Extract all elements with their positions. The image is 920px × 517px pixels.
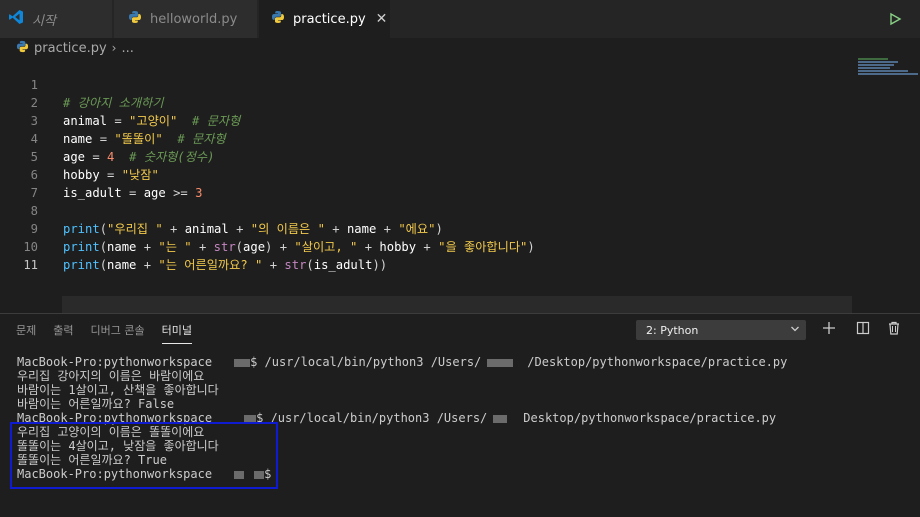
terminal-line: 우리집 강아지의 이름은 바람이에요 (17, 369, 205, 383)
string-literal: "는 어른일까요? " (158, 258, 263, 272)
new-terminal-icon[interactable] (822, 320, 836, 339)
code-line: 4 age = 4 # 숫자형(정수) (0, 112, 860, 164)
split-terminal-icon[interactable] (856, 320, 870, 339)
python-file-icon (128, 10, 142, 28)
close-tab-icon[interactable]: ✕ (376, 11, 388, 27)
run-python-icon[interactable] (888, 11, 902, 30)
editor-tab-bar: 시작 helloworld.py practice.py ✕ (0, 0, 920, 38)
tab-problems[interactable]: 문제 (16, 322, 36, 344)
terminal-line: 바람이는 1살이고, 산책을 좋아합니다 (17, 383, 219, 397)
tab-helloworld[interactable]: helloworld.py (114, 0, 258, 38)
tab-terminal[interactable]: 터미널 (161, 322, 192, 344)
code-line: 5 hobby = "낮잠" (0, 130, 860, 182)
code-line: 1 # 강아지 소개하기 (0, 58, 860, 110)
python-file-icon (271, 10, 285, 28)
breadcrumb: practice.py › ... (16, 38, 134, 58)
code-line: 2 animal = "고양이" # 문자형 (0, 76, 860, 128)
code-line: 9 print(name + "는 " + str(age) + "살이고, "… (0, 202, 860, 254)
code-line: 10 print(name + "는 어른일까요? " + str(is_adu… (0, 220, 860, 272)
line-number: 11 (23, 258, 38, 272)
code-line: 8 print("우리집 " + animal + "의 이름은 " + nam… (0, 184, 860, 236)
code-editor[interactable]: 1 # 강아지 소개하기 2 animal = "고양이" # 문자형 3 na… (0, 58, 920, 315)
code-line: 6 is_adult = age >= 3 (0, 148, 860, 200)
python-file-icon (16, 40, 29, 57)
variable: is_adult (313, 258, 373, 272)
tab-helloworld-label: helloworld.py (150, 11, 238, 27)
code-line: 11 (0, 238, 860, 272)
chevron-right-icon: › (111, 41, 117, 55)
minimap[interactable] (858, 58, 920, 82)
function-name: str (284, 258, 307, 272)
function-name: print (63, 258, 100, 272)
breadcrumb-rest[interactable]: ... (121, 41, 133, 56)
breadcrumb-file[interactable]: practice.py (34, 41, 107, 56)
output-highlight-box (10, 422, 278, 489)
tab-debug-console[interactable]: 디버그 콘솔 (91, 322, 145, 344)
panel-tabs: 문제 출력 디버그 콘솔 터미널 (16, 322, 209, 344)
tab-practice-label: practice.py (293, 11, 366, 27)
terminal-select[interactable]: 2: Python (636, 320, 806, 340)
variable: name (107, 258, 137, 272)
tab-start-label: 시작 (32, 13, 56, 29)
terminal-select-value: 2: Python (646, 323, 699, 337)
vscode-logo-icon (8, 9, 24, 29)
tab-start[interactable]: 시작 (0, 0, 113, 38)
code-line: 3 name = "똘똘이" # 문자형 (0, 94, 860, 146)
code-line: 7 (0, 166, 860, 200)
tab-output[interactable]: 출력 (53, 322, 73, 344)
chevron-down-icon (790, 324, 800, 337)
trash-icon[interactable] (887, 320, 901, 339)
tab-practice[interactable]: practice.py ✕ (259, 0, 390, 38)
terminal-line: 바람이는 어른일까요? False (17, 397, 175, 411)
terminal-line: MacBook-Pro:pythonworkspace $ /usr/local/… (17, 355, 788, 369)
